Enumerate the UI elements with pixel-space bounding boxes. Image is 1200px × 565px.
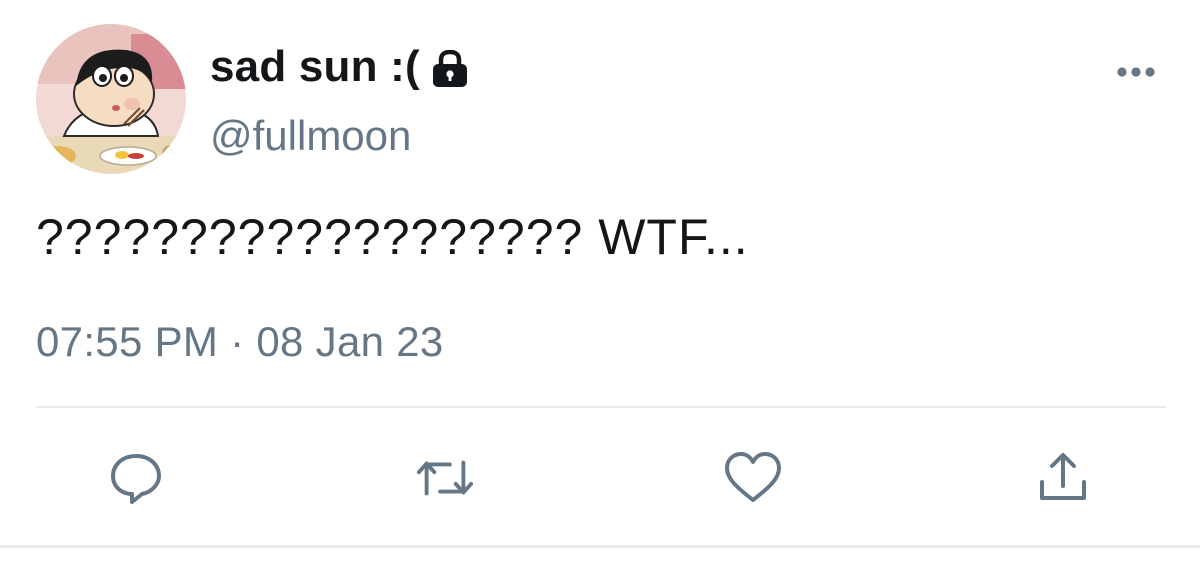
reply-bubble-icon	[111, 454, 161, 504]
avatar-image	[36, 24, 186, 174]
reply-button[interactable]	[106, 448, 166, 508]
more-horizontal-icon	[1117, 67, 1155, 77]
lock-icon	[430, 50, 470, 88]
heart-icon	[725, 452, 781, 502]
avatar[interactable]	[36, 24, 186, 174]
display-name[interactable]: sad sun :(	[210, 42, 420, 92]
tweet-text: ??????????????????? WTF...	[36, 209, 749, 265]
retweet-button[interactable]	[415, 448, 475, 508]
like-button[interactable]	[723, 448, 783, 508]
more-options-button[interactable]	[1112, 54, 1160, 90]
share-upload-icon	[1040, 453, 1086, 500]
bottom-divider	[0, 545, 1200, 548]
divider	[36, 406, 1166, 408]
tweet-timestamp[interactable]: 07:55 PM · 08 Jan 23	[36, 318, 444, 366]
tweet-card: sad sun :( @fullmoon ???????????????????…	[0, 0, 1200, 565]
retweet-arrows-icon	[416, 460, 474, 496]
share-button[interactable]	[1033, 448, 1093, 508]
user-handle[interactable]: @fullmoon	[210, 112, 411, 160]
display-name-row: sad sun :(	[210, 38, 470, 96]
